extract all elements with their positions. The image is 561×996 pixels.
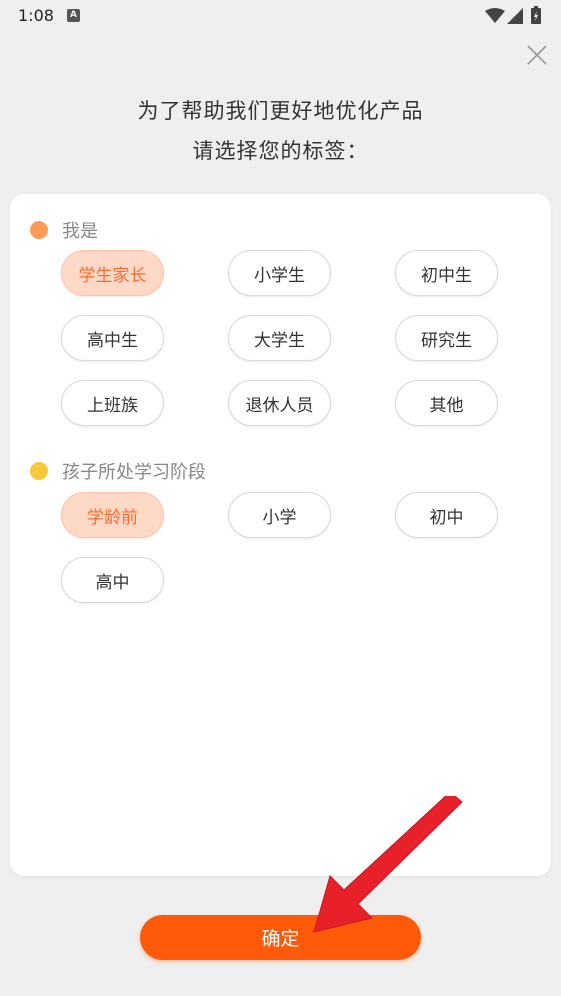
section-title-child-stage: 孩子所处学习阶段 — [30, 458, 206, 484]
notification-icon: A — [67, 9, 80, 22]
status-time: 1:08 — [18, 6, 54, 25]
battery-icon — [531, 6, 541, 24]
chip-option[interactable]: 其他 — [395, 380, 498, 426]
section-label: 孩子所处学习阶段 — [62, 462, 206, 483]
heading-line-1: 为了帮助我们更好地优化产品 — [137, 99, 424, 123]
section-dot-icon — [30, 462, 48, 480]
section-label: 我是 — [62, 221, 98, 242]
heading-line-2: 请选择您的标签： — [192, 139, 369, 163]
chip-option[interactable]: 上班族 — [61, 380, 164, 426]
chip-option[interactable]: 研究生 — [395, 315, 498, 361]
chip-option[interactable]: 小学生 — [228, 250, 331, 296]
section-title-identity: 我是 — [30, 217, 98, 243]
chip-option[interactable]: 高中生 — [61, 315, 164, 361]
confirm-button[interactable]: 确定 — [140, 915, 421, 960]
chip-option[interactable]: 退休人员 — [228, 380, 331, 426]
wifi-icon — [485, 8, 505, 23]
status-bar: 1:08 A — [0, 0, 561, 32]
close-icon[interactable] — [524, 42, 550, 68]
chip-option[interactable]: 小学 — [228, 492, 331, 538]
chip-option[interactable]: 大学生 — [228, 315, 331, 361]
signal-icon — [507, 8, 523, 24]
chip-option[interactable]: 初中生 — [395, 250, 498, 296]
tag-selection-card: 我是 学生家长 小学生 初中生 高中生 大学生 研究生 上班族 退休人员 其他 … — [10, 194, 551, 876]
chip-option[interactable]: 学生家长 — [61, 250, 164, 296]
chip-option[interactable]: 学龄前 — [61, 492, 164, 538]
screen: 1:08 A 为了帮助我们更好地优化产品 请选择您的标签： 我是 学生家长 小学… — [0, 0, 561, 996]
chip-option[interactable]: 初中 — [395, 492, 498, 538]
section-dot-icon — [30, 221, 48, 239]
chip-option[interactable]: 高中 — [61, 557, 164, 603]
